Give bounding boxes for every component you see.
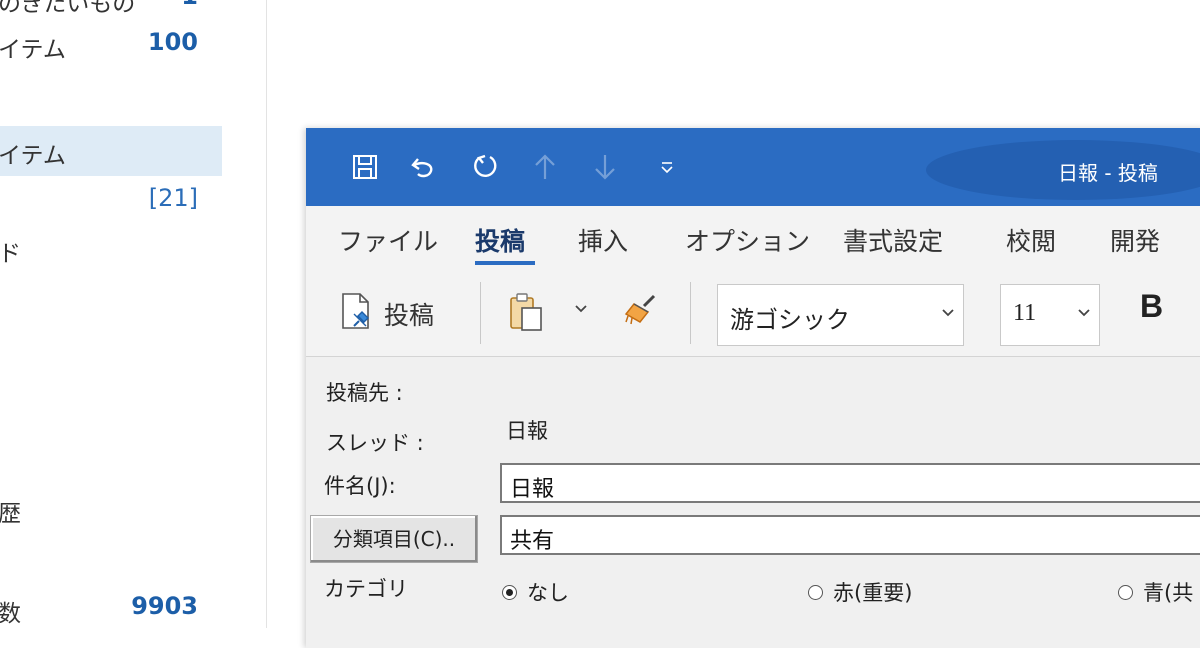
- radio-red-label: 赤(重要): [833, 581, 913, 605]
- font-name-dropdown[interactable]: 游ゴシック: [717, 284, 964, 346]
- clipboard-icon: [508, 292, 544, 336]
- category-input[interactable]: 共有: [500, 515, 1200, 555]
- ribbon: 投稿 游ゴシック 11 B: [306, 270, 1200, 357]
- tab-developer[interactable]: 開発: [1110, 222, 1160, 258]
- folder-pane: のきたいもの 1 イテム 100 イテム [21] ド 歴 数 9903: [0, 0, 267, 628]
- folder-name: ド: [0, 241, 21, 267]
- compose-window: 日報 - 投稿 ファイル 投稿 挿入 オプション 書式設定 校閲 開発 投稿 游…: [306, 128, 1200, 648]
- save-icon[interactable]: [348, 150, 382, 184]
- title-bar: 日報 - 投稿: [306, 128, 1200, 206]
- ribbon-divider: [690, 282, 691, 344]
- folder-name: 数: [0, 601, 21, 627]
- ribbon-tabs: ファイル 投稿 挿入 オプション 書式設定 校閲 開発: [306, 206, 1200, 270]
- chevron-down-icon: [941, 303, 955, 324]
- folder-name: のきたいもの: [0, 0, 136, 17]
- redo-icon[interactable]: [468, 150, 502, 184]
- post-to-label: 投稿先 :: [326, 381, 403, 405]
- chevron-down-icon: [1077, 303, 1091, 324]
- radio-blue[interactable]: 青(共: [1118, 577, 1193, 607]
- thread-value: 日報: [506, 419, 548, 443]
- category-input-value: 共有: [510, 529, 555, 554]
- folder-count: 9903: [131, 592, 198, 620]
- folder-count: 1: [181, 0, 198, 10]
- radio-selected-icon: [502, 584, 517, 600]
- subject-label: 件名(J):: [324, 474, 396, 498]
- post-button[interactable]: 投稿: [340, 292, 434, 336]
- chevron-down-icon: [574, 300, 588, 319]
- tab-review[interactable]: 校閲: [1006, 222, 1056, 258]
- folder-item[interactable]: 歴: [0, 486, 222, 530]
- folder-item[interactable]: ド: [0, 226, 222, 270]
- radio-none[interactable]: なし: [502, 577, 569, 607]
- font-size-value: 11: [1013, 300, 1037, 326]
- folder-unread-count: [21]: [148, 184, 198, 212]
- customize-icon[interactable]: [650, 150, 684, 184]
- folder-item[interactable]: [21]: [0, 178, 222, 222]
- arrow-up-icon[interactable]: [528, 150, 562, 184]
- tag-label: カテゴリ: [324, 577, 408, 601]
- paste-button[interactable]: [508, 292, 544, 336]
- radio-unselected-icon: [1118, 584, 1133, 600]
- radio-blue-label: 青(共: [1143, 581, 1194, 605]
- category-button[interactable]: 分類項目(C)..: [310, 515, 478, 563]
- window-title: 日報 - 投稿: [1058, 161, 1158, 185]
- paste-dropdown-button[interactable]: [574, 300, 588, 319]
- folder-name: イテム: [0, 37, 66, 63]
- radio-red-important[interactable]: 赤(重要): [808, 577, 912, 607]
- thread-label: スレッド :: [326, 431, 424, 455]
- folder-item[interactable]: のきたいもの 1: [0, 0, 222, 20]
- radio-unselected-icon: [808, 584, 823, 600]
- folder-item[interactable]: 数 9903: [0, 586, 222, 628]
- radio-none-label: なし: [527, 581, 569, 605]
- post-button-label: 投稿: [384, 301, 435, 330]
- format-painter-icon: [622, 292, 660, 332]
- tab-insert[interactable]: 挿入: [578, 222, 628, 258]
- subject-input[interactable]: 日報: [500, 463, 1200, 503]
- arrow-down-icon[interactable]: [588, 150, 622, 184]
- active-tab-indicator: [475, 261, 535, 265]
- folder-name: 歴: [0, 501, 21, 527]
- font-name-value: 游ゴシック: [730, 306, 850, 334]
- subject-input-value: 日報: [510, 477, 555, 502]
- tab-format-text[interactable]: 書式設定: [843, 222, 943, 258]
- message-header: 投稿先 : スレッド : 日報 件名(J): 日報 分類項目(C).. 共有 カ…: [306, 357, 1200, 648]
- ribbon-divider: [480, 282, 481, 344]
- tab-file[interactable]: ファイル: [338, 222, 438, 258]
- tab-options[interactable]: オプション: [685, 222, 810, 258]
- undo-icon[interactable]: [406, 150, 440, 184]
- font-size-dropdown[interactable]: 11: [1000, 284, 1100, 346]
- post-icon: [340, 292, 374, 336]
- folder-name: イテム: [0, 143, 66, 169]
- folder-item[interactable]: イテム 100: [0, 22, 222, 66]
- tab-post[interactable]: 投稿: [475, 222, 525, 258]
- bold-button[interactable]: B: [1140, 288, 1163, 325]
- format-painter-button[interactable]: [622, 292, 660, 332]
- folder-count: 100: [147, 28, 198, 56]
- folder-item-selected[interactable]: イテム: [0, 126, 222, 176]
